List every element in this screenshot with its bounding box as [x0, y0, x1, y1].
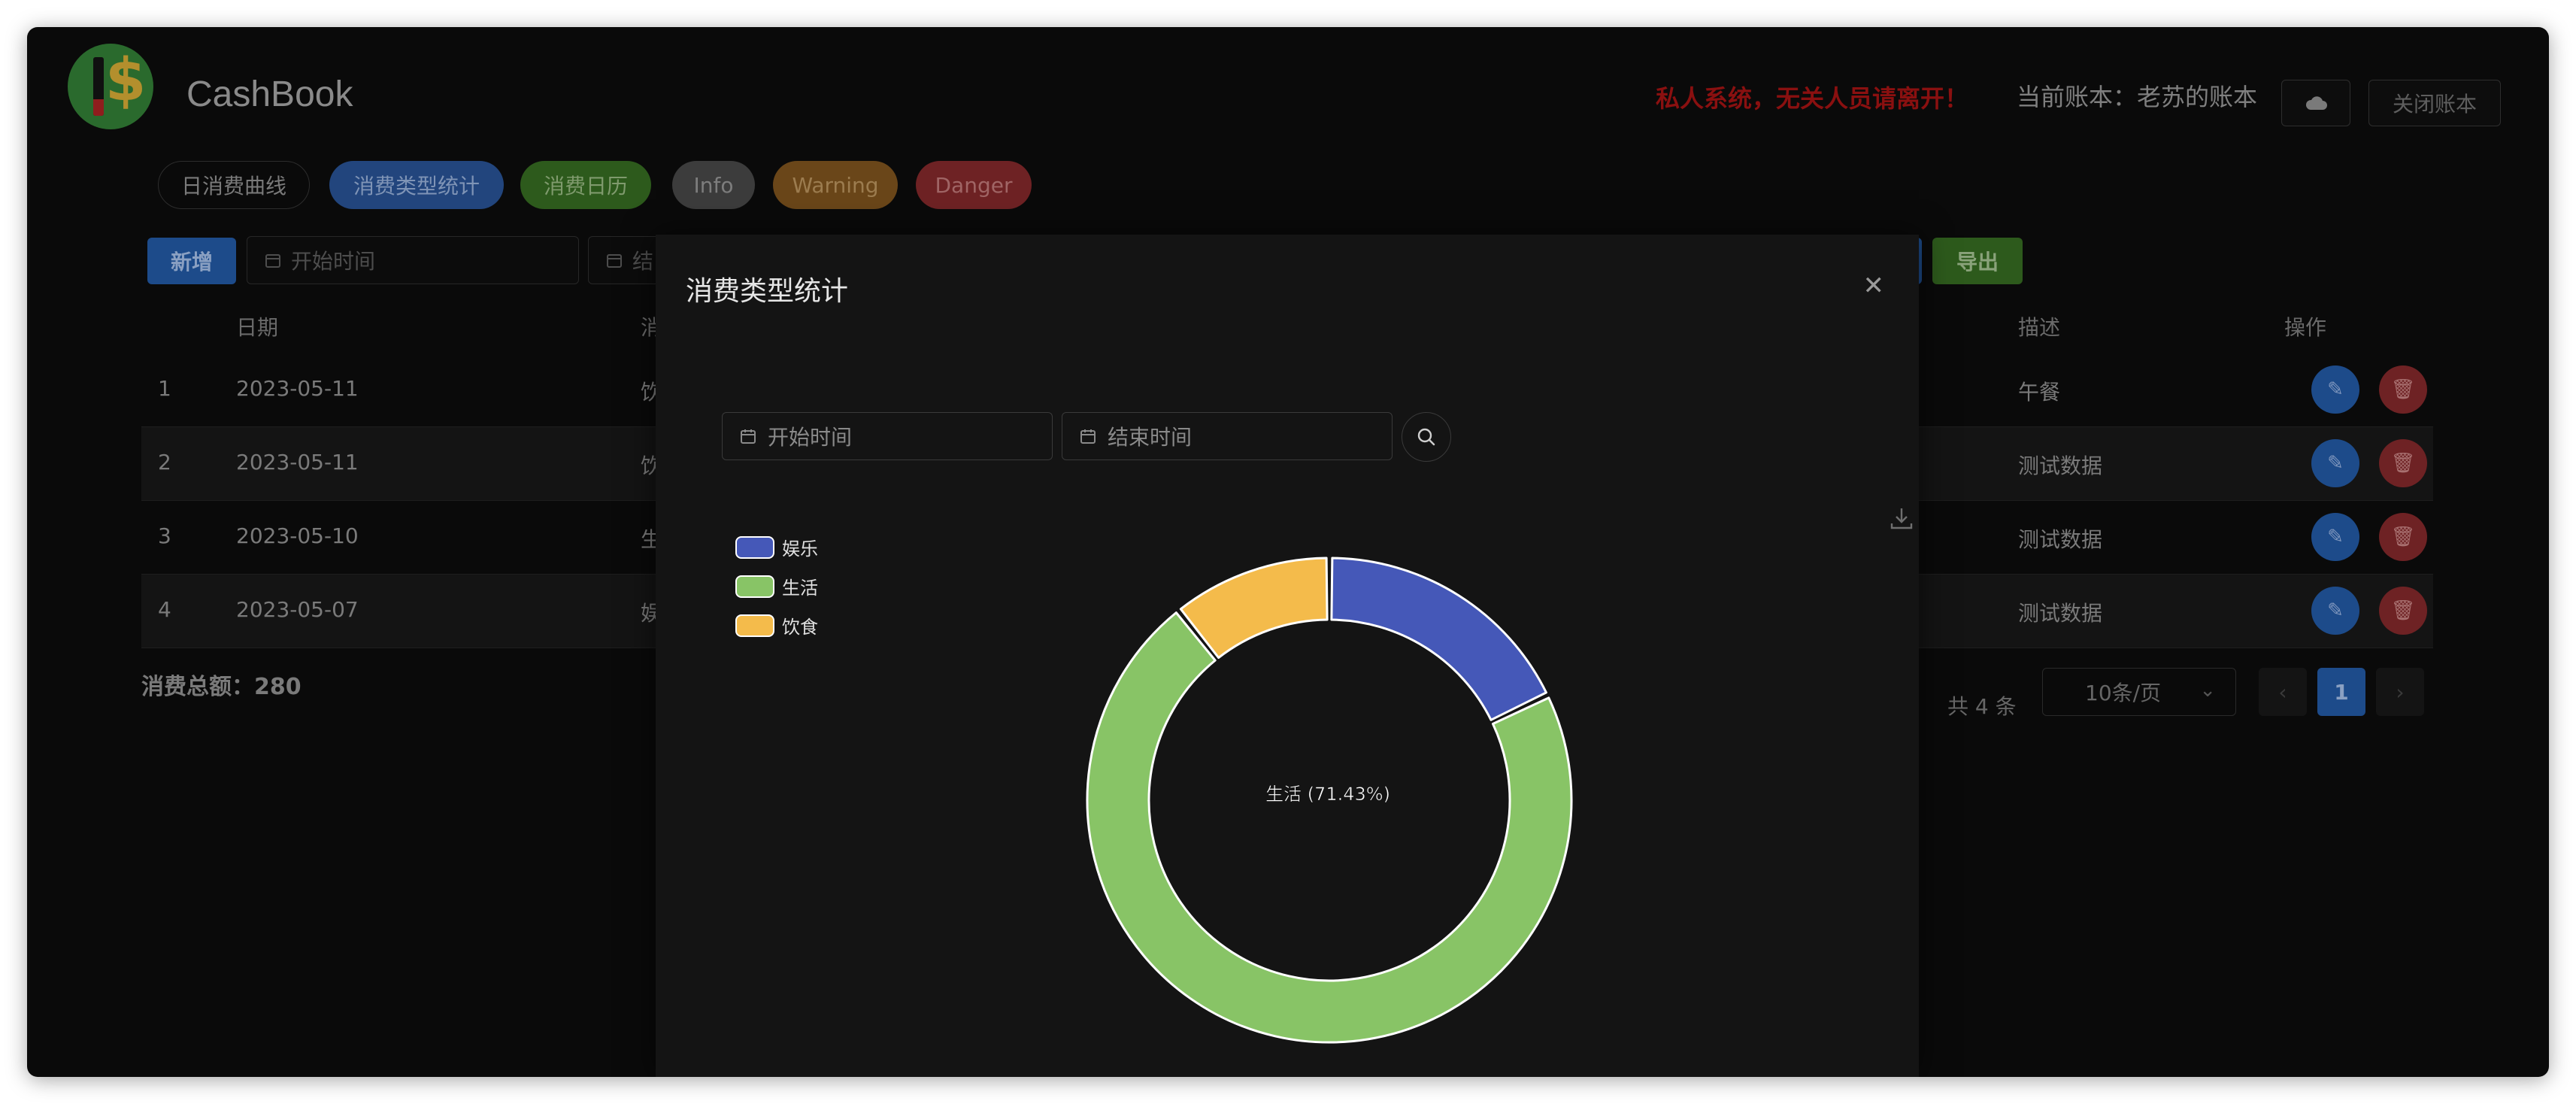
row-index: 4: [158, 597, 171, 622]
chevron-left-icon: ‹: [2278, 679, 2287, 705]
edit-button[interactable]: ✎: [2311, 513, 2359, 561]
next-page-button[interactable]: ›: [2376, 668, 2424, 716]
delete-button[interactable]: 🗑: [2379, 439, 2427, 487]
end-date-placeholder: 结: [632, 249, 654, 274]
app-logo: $: [68, 44, 153, 129]
delete-button[interactable]: 🗑: [2379, 587, 2427, 635]
page-number-current[interactable]: 1: [2317, 668, 2365, 716]
row-desc: 测试数据: [2018, 601, 2103, 626]
export-button[interactable]: 导出: [1932, 238, 2023, 284]
app-title: CashBook: [186, 74, 353, 114]
add-button[interactable]: 新增: [147, 238, 236, 284]
page-size-value: 10条/页: [2085, 681, 2162, 705]
weather-button[interactable]: [2281, 80, 2350, 126]
col-header-desc: 描述: [2018, 315, 2061, 340]
app-window: $ CashBook 私人系统，无关人员请离开！ 当前账本：老苏的账本 关闭账本…: [27, 27, 2549, 1077]
donut-chart: 生活 (71.43%): [1086, 557, 1573, 1044]
row-index: 3: [158, 523, 171, 548]
tag-warning[interactable]: Warning: [773, 161, 898, 209]
edit-icon: ✎: [2327, 599, 2344, 622]
tag-type-stats[interactable]: 消费类型统计: [329, 161, 504, 209]
tag-danger[interactable]: Danger: [916, 161, 1032, 209]
cloud-icon: [2305, 96, 2327, 110]
row-desc: 测试数据: [2018, 527, 2103, 552]
row-date: 2023-05-11: [236, 450, 359, 475]
page-size-select[interactable]: 10条/页 ⌄: [2042, 668, 2236, 716]
edit-button[interactable]: ✎: [2311, 587, 2359, 635]
chevron-right-icon: ›: [2396, 679, 2405, 705]
row-index: 1: [158, 376, 171, 401]
delete-icon: 🗑: [2390, 599, 2416, 622]
current-account: 当前账本：老苏的账本: [2017, 83, 2258, 111]
row-date: 2023-05-10: [236, 523, 359, 548]
row-index: 2: [158, 450, 171, 475]
tag-info[interactable]: Info: [672, 161, 755, 209]
edit-icon: ✎: [2327, 452, 2344, 475]
edit-icon: ✎: [2327, 526, 2344, 548]
delete-button[interactable]: 🗑: [2379, 365, 2427, 414]
tag-daily-curve[interactable]: 日消费曲线: [158, 161, 310, 209]
col-header-date: 日期: [236, 315, 279, 340]
delete-icon: 🗑: [2390, 378, 2416, 401]
row-desc: 测试数据: [2018, 453, 2103, 478]
delete-button[interactable]: 🗑: [2379, 513, 2427, 561]
row-date: 2023-05-07: [236, 597, 359, 622]
close-account-button[interactable]: 关闭账本: [2368, 80, 2501, 126]
edit-button[interactable]: ✎: [2311, 439, 2359, 487]
total-amount: 消费总额：280: [141, 674, 302, 700]
slice-food[interactable]: [1179, 557, 1329, 660]
chevron-down-icon: ⌄: [2199, 679, 2216, 702]
calendar-icon: [607, 254, 622, 268]
delete-icon: 🗑: [2390, 526, 2416, 548]
pagination-total: 共 4 条: [1947, 694, 2017, 719]
calendar-icon: [265, 254, 280, 268]
row-date: 2023-05-11: [236, 376, 359, 401]
delete-icon: 🗑: [2390, 452, 2416, 475]
row-desc: 午餐: [2018, 380, 2061, 405]
warning-text: 私人系统，无关人员请离开！: [1656, 84, 1969, 113]
start-date-placeholder: 开始时间: [291, 249, 376, 274]
col-header-ops: 操作: [2284, 315, 2327, 340]
tag-calendar[interactable]: 消费日历: [520, 161, 651, 209]
prev-page-button[interactable]: ‹: [2259, 668, 2307, 716]
donut-center-label: 生活 (71.43%): [1265, 784, 1390, 805]
type-stats-dialog: 消费类型统计 ✕ 开始时间 结束时间 娱乐 生活 饮食 生活 (71.43%): [656, 235, 1919, 1077]
start-date-input[interactable]: 开始时间: [247, 236, 579, 284]
slice-entertainment[interactable]: [1330, 557, 1547, 721]
edit-icon: ✎: [2327, 378, 2344, 401]
edit-button[interactable]: ✎: [2311, 365, 2359, 414]
